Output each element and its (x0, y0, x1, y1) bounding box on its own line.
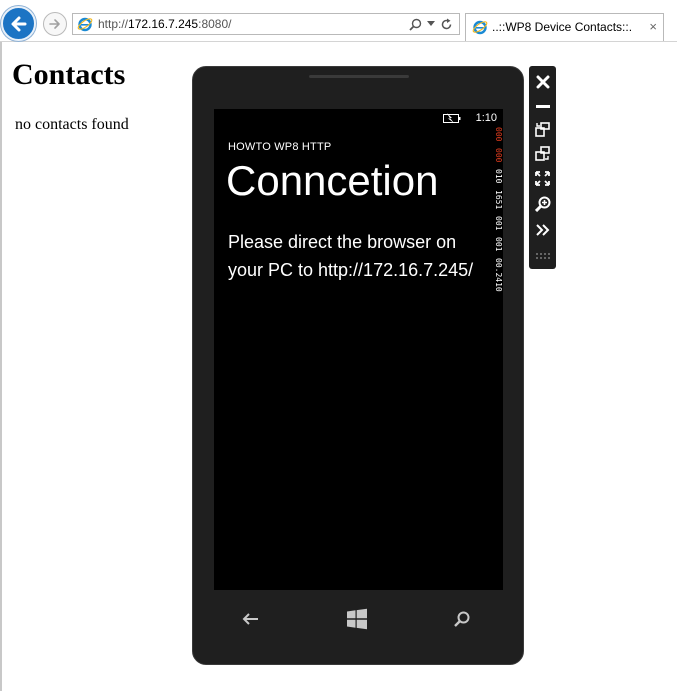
app-page-title: Conncetion (226, 157, 439, 204)
battery-charging-icon (443, 113, 461, 123)
close-icon (536, 75, 549, 88)
back-button[interactable] (1, 6, 36, 41)
url-port: :8080/ (198, 17, 232, 31)
phone-emulator: 1:10 HOWTO WP8 HTTP Conncetion Please di… (192, 66, 524, 665)
page-title: Contacts (12, 58, 126, 91)
frame-counter: 000 (494, 127, 503, 142)
status-time: 1:10 (475, 112, 497, 124)
emulator-close-button[interactable] (533, 72, 552, 91)
minimize-icon (535, 104, 550, 108)
hardware-back-button[interactable] (238, 607, 262, 631)
hardware-buttons-bar (193, 599, 525, 639)
frame-counter: 001 (494, 216, 503, 231)
back-arrow-icon (11, 16, 26, 31)
phone-screen[interactable]: 1:10 HOWTO WP8 HTTP Conncetion Please di… (214, 109, 503, 590)
empty-state-message: no contacts found (15, 116, 129, 133)
frame-counter: 001 (494, 237, 503, 252)
tab-close-icon[interactable]: × (649, 19, 657, 35)
hardware-search-button[interactable] (450, 607, 474, 631)
emulator-more-tools-button[interactable] (533, 220, 552, 239)
url-text: http://172.16.7.245:8080/ (98, 17, 231, 31)
search-icon (454, 611, 470, 627)
refresh-icon[interactable] (440, 18, 453, 31)
address-bar[interactable]: http://172.16.7.245:8080/ (72, 13, 460, 35)
more-tools-icon (535, 223, 549, 236)
frame-counter: 000 (494, 148, 503, 163)
address-bar-actions (409, 16, 453, 32)
forward-button[interactable] (43, 12, 67, 36)
app-subtitle: HOWTO WP8 HTTP (228, 141, 332, 153)
page-left-border (0, 42, 2, 691)
browser-chrome: http://172.16.7.245:8080/ ..::WP8 Device… (0, 0, 677, 42)
frame-rate-counters: 000 000 010 1651 001 001 00.2410 (493, 127, 503, 347)
toolbar-drag-grip[interactable] (535, 252, 550, 260)
url-scheme: http:// (98, 17, 129, 31)
rotate-right-icon (535, 146, 550, 161)
frame-counter: 1651 (494, 190, 503, 210)
search-icon[interactable] (409, 18, 422, 31)
frame-counter: 00.2410 (494, 258, 503, 292)
dropdown-arrow-icon[interactable] (427, 21, 435, 27)
app-message: Please direct the browser on your PC to … (228, 232, 474, 280)
forward-arrow-icon (49, 19, 60, 29)
emulator-toolbar (529, 66, 556, 269)
phone-speaker (309, 75, 409, 78)
emulator-rotate-right-button[interactable] (533, 144, 552, 163)
tab-title: ..::WP8 Device Contacts::... (492, 20, 632, 34)
emulator-rotate-left-button[interactable] (533, 120, 552, 139)
emulator-zoom-button[interactable] (533, 194, 552, 213)
zoom-icon (534, 196, 550, 212)
url-host: 172.16.7.245 (128, 17, 199, 31)
rotate-left-icon (535, 122, 550, 137)
hardware-start-button[interactable] (345, 607, 369, 631)
windows-start-icon (347, 608, 367, 630)
ie-tab-logo-icon (472, 20, 488, 35)
frame-counter: 010 (494, 169, 503, 184)
emulator-minimize-button[interactable] (533, 96, 552, 115)
back-icon (242, 613, 258, 625)
fit-to-screen-icon (535, 171, 550, 186)
ie-logo-icon (77, 17, 93, 32)
emulator-fit-to-screen-button[interactable] (533, 169, 552, 188)
tab-wp8-device-contacts[interactable]: ..::WP8 Device Contacts::... × (465, 13, 664, 41)
